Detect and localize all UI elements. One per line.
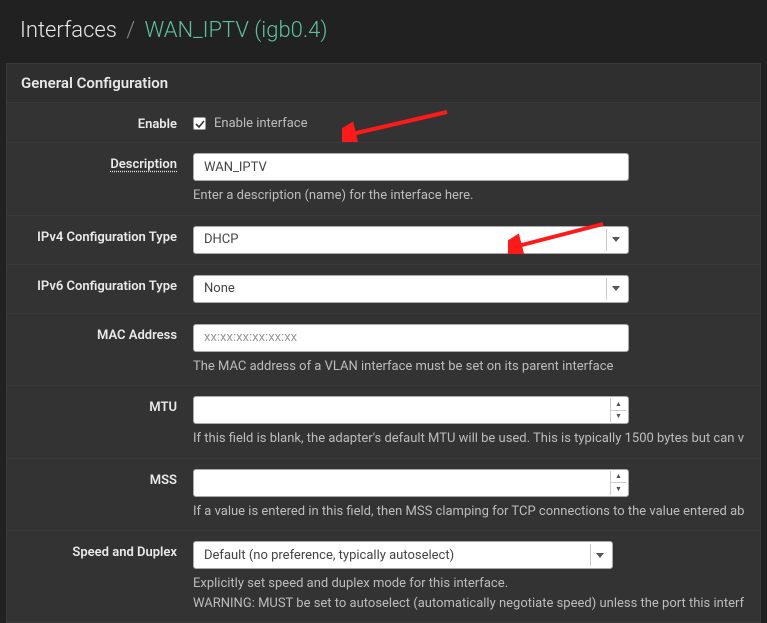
row-mtu: MTU ▲ ▼ If this field is blank, the adap… xyxy=(7,386,760,459)
mtu-step-up[interactable]: ▲ xyxy=(611,398,626,411)
speed-duplex-value: Default (no preference, typically autose… xyxy=(204,548,454,563)
mss-step-down[interactable]: ▼ xyxy=(611,483,626,495)
ipv6-config-value: None xyxy=(204,281,235,296)
ipv4-config-select[interactable]: DHCP xyxy=(193,226,629,254)
mss-help: If a value is entered in this field, the… xyxy=(193,503,748,521)
chevron-down-icon xyxy=(606,278,624,300)
mac-help: The MAC address of a VLAN interface must… xyxy=(193,358,748,376)
enable-interface-checkbox-label: Enable interface xyxy=(214,116,308,131)
enable-interface-checkbox[interactable] xyxy=(193,117,206,130)
breadcrumb-separator: / xyxy=(126,18,135,43)
ipv6-config-select[interactable]: None xyxy=(193,275,629,303)
label-mac: MAC Address xyxy=(7,324,193,376)
general-configuration-panel: General Configuration Enable Enable inte… xyxy=(6,63,761,623)
label-enable: Enable xyxy=(7,113,193,132)
row-speed: Speed and Duplex Default (no preference,… xyxy=(7,531,760,622)
breadcrumb-current: WAN_IPTV (igb0.4) xyxy=(144,18,327,43)
row-ipv6: IPv6 Configuration Type None xyxy=(7,265,760,314)
mss-step-up[interactable]: ▲ xyxy=(611,471,626,484)
description-input[interactable]: WAN_IPTV xyxy=(193,153,629,181)
mac-address-placeholder: xx:xx:xx:xx:xx:xx xyxy=(204,330,297,345)
label-description: Description xyxy=(7,153,193,205)
label-speed: Speed and Duplex xyxy=(7,541,193,612)
label-ipv4: IPv4 Configuration Type xyxy=(7,226,193,254)
row-mac: MAC Address xx:xx:xx:xx:xx:xx The MAC ad… xyxy=(7,314,760,387)
chevron-down-icon xyxy=(606,229,624,251)
row-enable: Enable Enable interface xyxy=(7,103,760,143)
breadcrumb-root[interactable]: Interfaces xyxy=(20,18,117,43)
panel-title: General Configuration xyxy=(7,64,760,103)
speed-duplex-select[interactable]: Default (no preference, typically autose… xyxy=(193,541,613,569)
description-input-value: WAN_IPTV xyxy=(204,160,267,175)
mtu-step-down[interactable]: ▼ xyxy=(611,411,626,423)
mtu-input[interactable]: ▲ ▼ xyxy=(193,396,629,424)
label-mtu: MTU xyxy=(7,396,193,448)
mss-stepper: ▲ ▼ xyxy=(610,471,626,495)
label-ipv6: IPv6 Configuration Type xyxy=(7,275,193,303)
mac-address-input[interactable]: xx:xx:xx:xx:xx:xx xyxy=(193,324,629,352)
row-description: Description WAN_IPTV Enter a description… xyxy=(7,143,760,216)
label-mss: MSS xyxy=(7,469,193,521)
chevron-down-icon xyxy=(590,544,608,566)
description-help: Enter a description (name) for the inter… xyxy=(193,187,748,205)
mtu-help: If this field is blank, the adapter's de… xyxy=(193,430,748,448)
mtu-stepper: ▲ ▼ xyxy=(610,398,626,422)
row-mss: MSS ▲ ▼ If a value is entered in this fi… xyxy=(7,459,760,532)
speed-help-1: Explicitly set speed and duplex mode for… xyxy=(193,575,748,593)
row-ipv4: IPv4 Configuration Type DHCP xyxy=(7,216,760,265)
speed-help-2: WARNING: MUST be set to autoselect (auto… xyxy=(193,595,748,613)
ipv4-config-value: DHCP xyxy=(204,232,238,247)
breadcrumb: Interfaces / WAN_IPTV (igb0.4) xyxy=(0,0,767,63)
mss-input[interactable]: ▲ ▼ xyxy=(193,469,629,497)
